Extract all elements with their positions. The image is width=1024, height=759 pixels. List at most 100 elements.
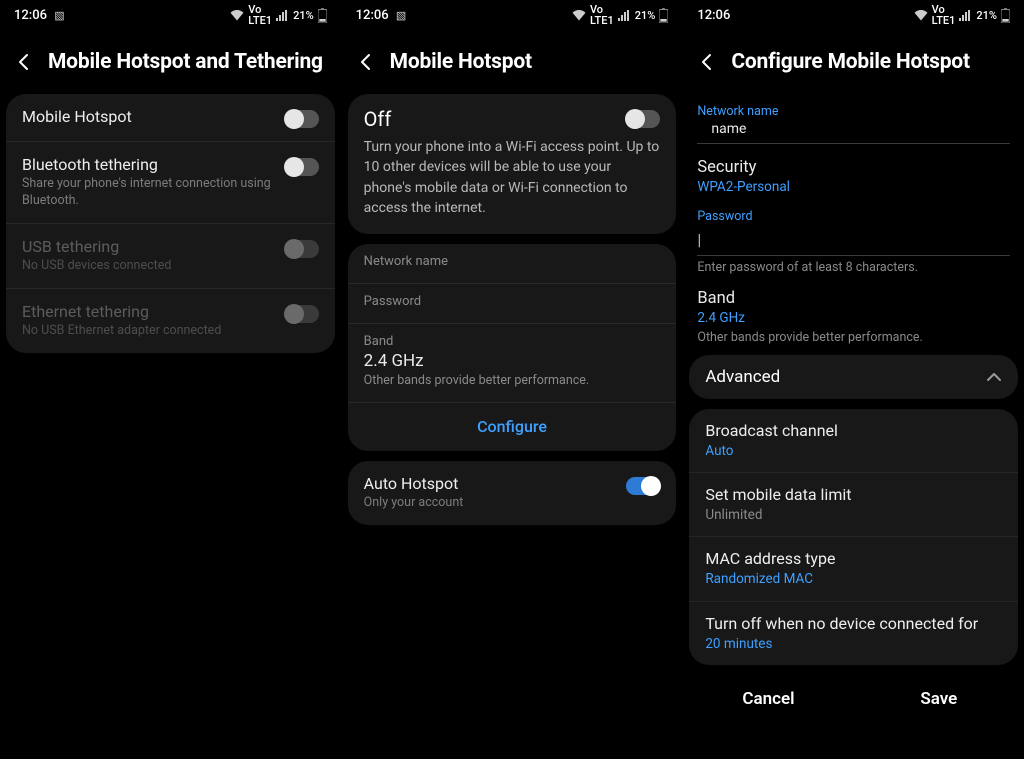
field-password[interactable]: Password: [348, 284, 677, 324]
status-left: 12:06: [697, 8, 730, 23]
toggle-usb-tethering: [285, 240, 319, 258]
page-title: Mobile Hotspot: [390, 50, 532, 74]
clock: 12:06: [14, 8, 47, 23]
image-icon: ▧: [396, 9, 406, 22]
row-broadcast-channel[interactable]: Broadcast channel Auto: [689, 409, 1018, 473]
password-input[interactable]: |: [697, 224, 1010, 249]
toggle-hotspot[interactable]: [626, 110, 660, 128]
row-ethernet-tethering: Ethernet tethering No USB Ethernet adapt…: [6, 289, 335, 353]
field-label: Band: [697, 289, 1010, 308]
hotspot-desc: Turn your phone into a Wi-Fi access poin…: [348, 137, 677, 234]
battery-pct: 21%: [976, 9, 997, 22]
configure-form: Network name name Security WPA2-Personal…: [683, 94, 1024, 345]
screen-configure: 12:06 VoLTE1 21% Configure Mobile Hotspo…: [682, 0, 1024, 759]
status-right: VoLTE1 21%: [230, 4, 326, 26]
hotspot-config-card: Network name Password Band 2.4 GHz Other…: [348, 244, 677, 451]
signal-icon: [276, 10, 289, 21]
field-label: Network name: [697, 104, 1010, 119]
battery-icon: [659, 8, 668, 23]
field-hint: Other bands provide better performance.: [364, 373, 661, 388]
screen-hotspot: 12:06 ▧ VoLTE1 21% Mobile Hotspot Off Tu…: [341, 0, 683, 759]
row-label: Set mobile data limit: [705, 485, 1002, 504]
status-bar: 12:06 ▧ VoLTE1 21%: [342, 0, 683, 30]
row-sub: Share your phone's internet connection u…: [22, 176, 275, 210]
wifi-icon: [914, 10, 928, 21]
field-band[interactable]: Band 2.4 GHz Other bands provide better …: [348, 324, 677, 403]
status-bar: 12:06 ▧ VoLTE1 21%: [0, 0, 341, 30]
advanced-label: Advanced: [705, 367, 780, 387]
status-left: 12:06 ▧: [14, 8, 65, 23]
back-icon[interactable]: [356, 52, 376, 72]
battery-pct: 21%: [635, 9, 656, 22]
hotspot-main-card: Off Turn your phone into a Wi-Fi access …: [348, 94, 677, 234]
battery-pct: 21%: [293, 9, 314, 22]
row-data-limit[interactable]: Set mobile data limit Unlimited: [689, 473, 1018, 537]
advanced-list: Broadcast channel Auto Set mobile data l…: [689, 409, 1018, 665]
row-label: Ethernet tethering: [22, 302, 275, 321]
page-title: Mobile Hotspot and Tethering: [48, 50, 323, 74]
volte-icon: VoLTE1: [590, 4, 614, 26]
auto-hotspot-card: Auto Hotspot Only your account: [348, 461, 677, 525]
advanced-toggle-card: Advanced: [689, 355, 1018, 399]
hotspot-state: Off: [364, 107, 617, 131]
row-label: Broadcast channel: [705, 421, 1002, 440]
row-mac-type[interactable]: MAC address type Randomized MAC: [689, 537, 1018, 601]
battery-icon: [1001, 8, 1010, 23]
cancel-button[interactable]: Cancel: [683, 689, 853, 709]
row-sub: No USB devices connected: [22, 258, 275, 275]
field-value: 2.4 GHz: [364, 351, 661, 371]
row-sub: 20 minutes: [705, 635, 1002, 653]
signal-icon: [959, 10, 972, 21]
button-bar: Cancel Save: [683, 675, 1024, 717]
clock: 12:06: [697, 8, 730, 23]
row-sub: Randomized MAC: [705, 570, 1002, 588]
row-idle-timeout[interactable]: Turn off when no device connected for 20…: [689, 602, 1018, 665]
row-sub: Only your account: [364, 495, 617, 512]
page-title: Configure Mobile Hotspot: [731, 50, 970, 74]
back-icon[interactable]: [697, 52, 717, 72]
image-icon: ▧: [54, 9, 64, 22]
toggle-bluetooth-tethering[interactable]: [285, 158, 319, 176]
header: Configure Mobile Hotspot: [683, 30, 1024, 94]
battery-icon: [318, 8, 327, 23]
field-hint: Enter password of at least 8 characters.: [697, 260, 1010, 275]
chevron-up-icon: [986, 372, 1002, 382]
advanced-toggle[interactable]: Advanced: [689, 355, 1018, 399]
row-mobile-hotspot[interactable]: Mobile Hotspot: [6, 94, 335, 142]
header: Mobile Hotspot and Tethering: [0, 30, 341, 94]
field-label: Password: [697, 209, 1010, 224]
toggle-auto-hotspot[interactable]: [626, 477, 660, 495]
status-left: 12:06 ▧: [356, 8, 407, 23]
field-band[interactable]: Band 2.4 GHz Other bands provide better …: [697, 289, 1010, 345]
row-auto-hotspot[interactable]: Auto Hotspot Only your account: [348, 461, 677, 525]
row-label: Mobile Hotspot: [22, 107, 275, 126]
status-right: VoLTE1 21%: [572, 4, 668, 26]
field-label: Password: [364, 294, 661, 309]
field-value: 2.4 GHz: [697, 310, 1010, 326]
row-label: Auto Hotspot: [364, 474, 617, 493]
field-network-name[interactable]: Network name: [348, 244, 677, 284]
field-value: WPA2-Personal: [697, 179, 1010, 195]
row-label: MAC address type: [705, 549, 1002, 568]
network-name-input[interactable]: name: [697, 121, 1010, 137]
toggle-mobile-hotspot[interactable]: [285, 110, 319, 128]
field-label: Band: [364, 334, 661, 349]
configure-button[interactable]: Configure: [348, 403, 677, 451]
wifi-icon: [572, 10, 586, 21]
toggle-ethernet-tethering: [285, 305, 319, 323]
field-password[interactable]: Password | Enter password of at least 8 …: [697, 209, 1010, 275]
status-right: VoLTE1 21%: [914, 4, 1010, 26]
status-bar: 12:06 VoLTE1 21%: [683, 0, 1024, 30]
back-icon[interactable]: [14, 52, 34, 72]
row-bluetooth-tethering[interactable]: Bluetooth tethering Share your phone's i…: [6, 142, 335, 224]
tethering-list: Mobile Hotspot Bluetooth tethering Share…: [6, 94, 335, 353]
wifi-icon: [230, 10, 244, 21]
volte-icon: VoLTE1: [932, 4, 956, 26]
field-hint: Other bands provide better performance.: [697, 330, 1010, 345]
save-button[interactable]: Save: [854, 689, 1024, 709]
row-hotspot-state[interactable]: Off: [348, 94, 677, 137]
row-sub: Unlimited: [705, 506, 1002, 524]
signal-icon: [618, 10, 631, 21]
field-security[interactable]: Security WPA2-Personal: [697, 158, 1010, 195]
field-network-name[interactable]: Network name name: [697, 104, 1010, 144]
